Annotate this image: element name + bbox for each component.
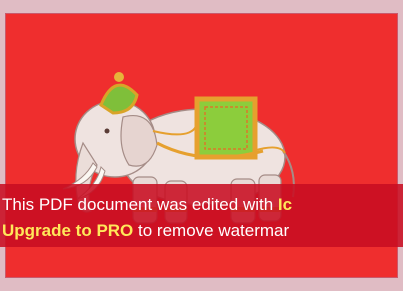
upgrade-link[interactable]: Upgrade to PRO xyxy=(2,221,133,240)
watermark-line-1-bold: Ic xyxy=(277,195,293,214)
watermark-line-1: This PDF document was edited with Ic xyxy=(2,195,292,215)
watermark-line-2: Upgrade to PRO to remove watermar xyxy=(2,221,289,241)
page-background: This PDF document was edited with Ic Upg… xyxy=(0,0,403,291)
watermark-line-1-text: This PDF document was edited with xyxy=(2,195,278,214)
watermark-line-2-text: to remove watermar xyxy=(133,221,290,240)
